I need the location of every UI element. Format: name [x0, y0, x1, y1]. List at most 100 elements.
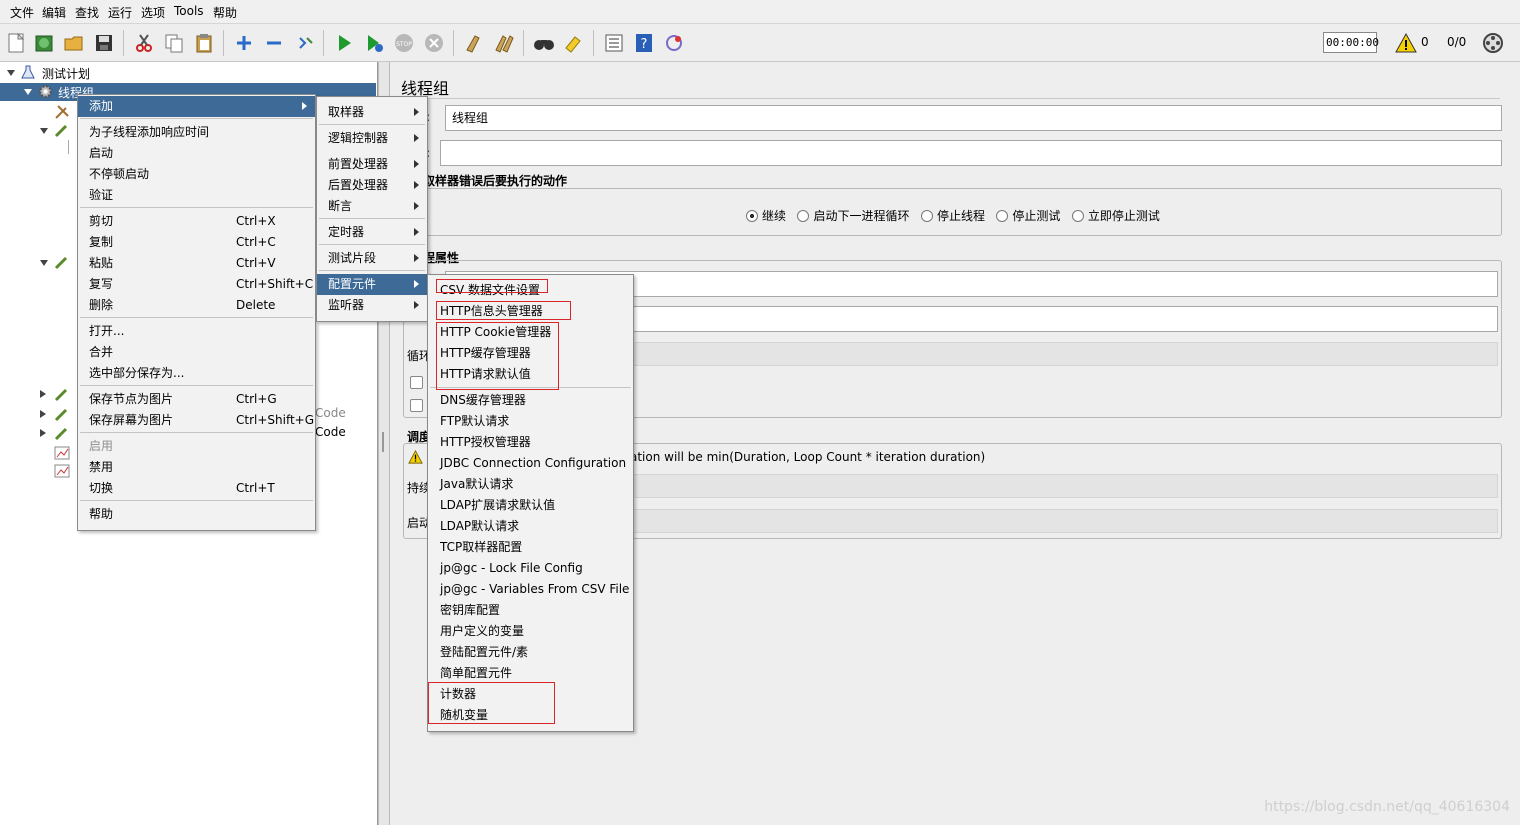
add-submenu-item-7[interactable]: 配置元件 — [317, 274, 427, 295]
start-icon[interactable] — [333, 32, 355, 54]
menu-search[interactable]: 查找 — [75, 4, 99, 21]
warning-icon[interactable] — [1395, 32, 1417, 54]
save-icon[interactable] — [93, 32, 115, 54]
config-element-item-10[interactable]: LDAP扩展请求默认值 — [428, 495, 633, 516]
config-element-item-4[interactable]: HTTP请求默认值 — [428, 364, 633, 385]
radio-stop-test-now[interactable]: 立即停止测试 — [1071, 209, 1160, 223]
config-element-item-2[interactable]: HTTP Cookie管理器 — [428, 322, 633, 343]
name-field[interactable]: 线程组 — [445, 105, 1502, 131]
cut-icon[interactable] — [133, 32, 155, 54]
config-element-item-13[interactable]: jp@gc - Lock File Config — [428, 558, 633, 579]
context-menu-item-2[interactable]: 启动 — [78, 143, 315, 164]
config-element-item-1[interactable]: HTTP信息头管理器 — [428, 301, 633, 322]
config-element-item-6[interactable]: FTP默认请求 — [428, 411, 633, 432]
expand-toggle[interactable] — [40, 410, 46, 418]
templates-icon[interactable] — [33, 32, 55, 54]
expand-all-icon[interactable] — [233, 32, 255, 54]
radio-button[interactable] — [746, 210, 758, 222]
expand-toggle[interactable] — [40, 128, 48, 134]
context-menu-item-13[interactable]: 保存节点为图片 Ctrl+G — [78, 389, 315, 410]
context-menu-item-6[interactable]: 复制 Ctrl+C — [78, 232, 315, 253]
expand-toggle[interactable] — [40, 429, 46, 437]
start-no-pauses-icon[interactable] — [363, 32, 385, 54]
context-menu-item-0[interactable]: 添加 — [78, 96, 315, 117]
config-element-item-3[interactable]: HTTP缓存管理器 — [428, 343, 633, 364]
radio-stop-thread[interactable]: 停止线程 — [920, 209, 985, 223]
config-element-item-19[interactable]: 计数器 — [428, 684, 633, 705]
remote-icon[interactable] — [663, 32, 685, 54]
config-element-item-14[interactable]: jp@gc - Variables From CSV File — [428, 579, 633, 600]
paste-icon[interactable] — [193, 32, 215, 54]
expand-toggle[interactable] — [24, 89, 32, 95]
add-submenu-item-2[interactable]: 前置处理器 — [317, 154, 427, 175]
add-submenu-item-5[interactable]: 定时器 — [317, 222, 427, 243]
toggle-icon[interactable] — [295, 32, 317, 54]
context-menu-item-4[interactable]: 验证 — [78, 185, 315, 206]
radio-stop-test[interactable]: 停止测试 — [996, 209, 1060, 223]
expand-toggle[interactable] — [40, 260, 48, 266]
clear-all-icon[interactable] — [493, 32, 515, 54]
shutdown-icon[interactable] — [423, 32, 445, 54]
config-element-item-5[interactable]: DNS缓存管理器 — [428, 390, 633, 411]
tree-node-test-plan[interactable]: 测试计划 — [42, 65, 90, 82]
search-binoculars-icon[interactable] — [533, 32, 555, 54]
menu-run[interactable]: 运行 — [108, 4, 132, 21]
add-submenu-item-8[interactable]: 监听器 — [317, 295, 427, 316]
context-menu-item-9[interactable]: 删除 Delete — [78, 295, 315, 316]
context-menu-item-11[interactable]: 合并 — [78, 342, 315, 363]
radio-button[interactable] — [1071, 210, 1084, 222]
radio-continue[interactable]: 继续 — [746, 209, 786, 223]
comment-field[interactable] — [440, 140, 1502, 166]
context-menu-item-1[interactable]: 为子线程添加响应时间 — [78, 122, 315, 143]
menu-help[interactable]: 帮助 — [213, 4, 237, 21]
config-element-item-0[interactable]: CSV 数据文件设置 — [428, 280, 633, 301]
help-icon[interactable]: ? — [633, 32, 655, 54]
context-menu-item-3[interactable]: 不停顿启动 — [78, 164, 315, 185]
tree-node-code-2[interactable]: Code — [315, 425, 346, 439]
stop-icon[interactable]: STOP — [393, 32, 415, 54]
menu-tools[interactable]: Tools — [174, 4, 204, 18]
tree-node-code-1[interactable]: Code — [315, 406, 346, 420]
config-element-item-11[interactable]: LDAP默认请求 — [428, 516, 633, 537]
context-menu-item-16[interactable]: 禁用 — [78, 457, 315, 478]
add-submenu-item-1[interactable]: 逻辑控制器 — [317, 128, 427, 149]
radio-button[interactable] — [920, 210, 933, 222]
add-submenu-item-6[interactable]: 测试片段 — [317, 248, 427, 269]
context-menu-item-14[interactable]: 保存屏幕为图片 Ctrl+Shift+G — [78, 410, 315, 431]
config-element-item-18[interactable]: 简单配置元件 — [428, 663, 633, 684]
add-submenu-item-3[interactable]: 后置处理器 — [317, 175, 427, 196]
radio-next-loop[interactable]: 启动下一进程循环 — [797, 209, 909, 223]
config-element-item-12[interactable]: TCP取样器配置 — [428, 537, 633, 558]
same-user-checkbox[interactable] — [410, 376, 423, 389]
expand-toggle[interactable] — [40, 390, 46, 398]
add-submenu-item-0[interactable]: 取样器 — [317, 102, 427, 123]
config-element-item-8[interactable]: JDBC Connection Configuration — [428, 453, 633, 474]
copy-icon[interactable] — [163, 32, 185, 54]
context-menu-item-7[interactable]: 粘贴 Ctrl+V — [78, 253, 315, 274]
open-folder-icon[interactable] — [63, 32, 85, 54]
menu-edit[interactable]: 编辑 — [42, 4, 66, 21]
collapse-all-icon[interactable] — [263, 32, 285, 54]
context-menu-item-15[interactable]: 启用 — [78, 436, 315, 457]
context-menu-item-5[interactable]: 剪切 Ctrl+X — [78, 211, 315, 232]
add-submenu-item-4[interactable]: 断言 — [317, 196, 427, 217]
config-element-item-7[interactable]: HTTP授权管理器 — [428, 432, 633, 453]
config-element-item-17[interactable]: 登陆配置元件/素 — [428, 642, 633, 663]
config-element-item-20[interactable]: 随机变量 — [428, 705, 633, 726]
expand-toggle[interactable] — [7, 70, 15, 76]
reset-search-icon[interactable] — [563, 32, 585, 54]
radio-button[interactable] — [996, 210, 1009, 222]
function-helper-icon[interactable] — [603, 32, 625, 54]
delay-thread-checkbox[interactable] — [410, 399, 423, 412]
radio-button[interactable] — [797, 210, 810, 222]
config-element-item-15[interactable]: 密钥库配置 — [428, 600, 633, 621]
context-menu-item-17[interactable]: 切换 Ctrl+T — [78, 478, 315, 499]
context-menu-item-10[interactable]: 打开... — [78, 321, 315, 342]
clear-icon[interactable] — [463, 32, 485, 54]
context-menu-item-8[interactable]: 复写 Ctrl+Shift+C — [78, 274, 315, 295]
new-file-icon[interactable] — [5, 32, 27, 54]
config-element-item-16[interactable]: 用户定义的变量 — [428, 621, 633, 642]
menu-file[interactable]: 文件 — [10, 4, 34, 21]
menu-options[interactable]: 选项 — [141, 4, 165, 21]
context-menu-item-12[interactable]: 选中部分保存为... — [78, 363, 315, 384]
